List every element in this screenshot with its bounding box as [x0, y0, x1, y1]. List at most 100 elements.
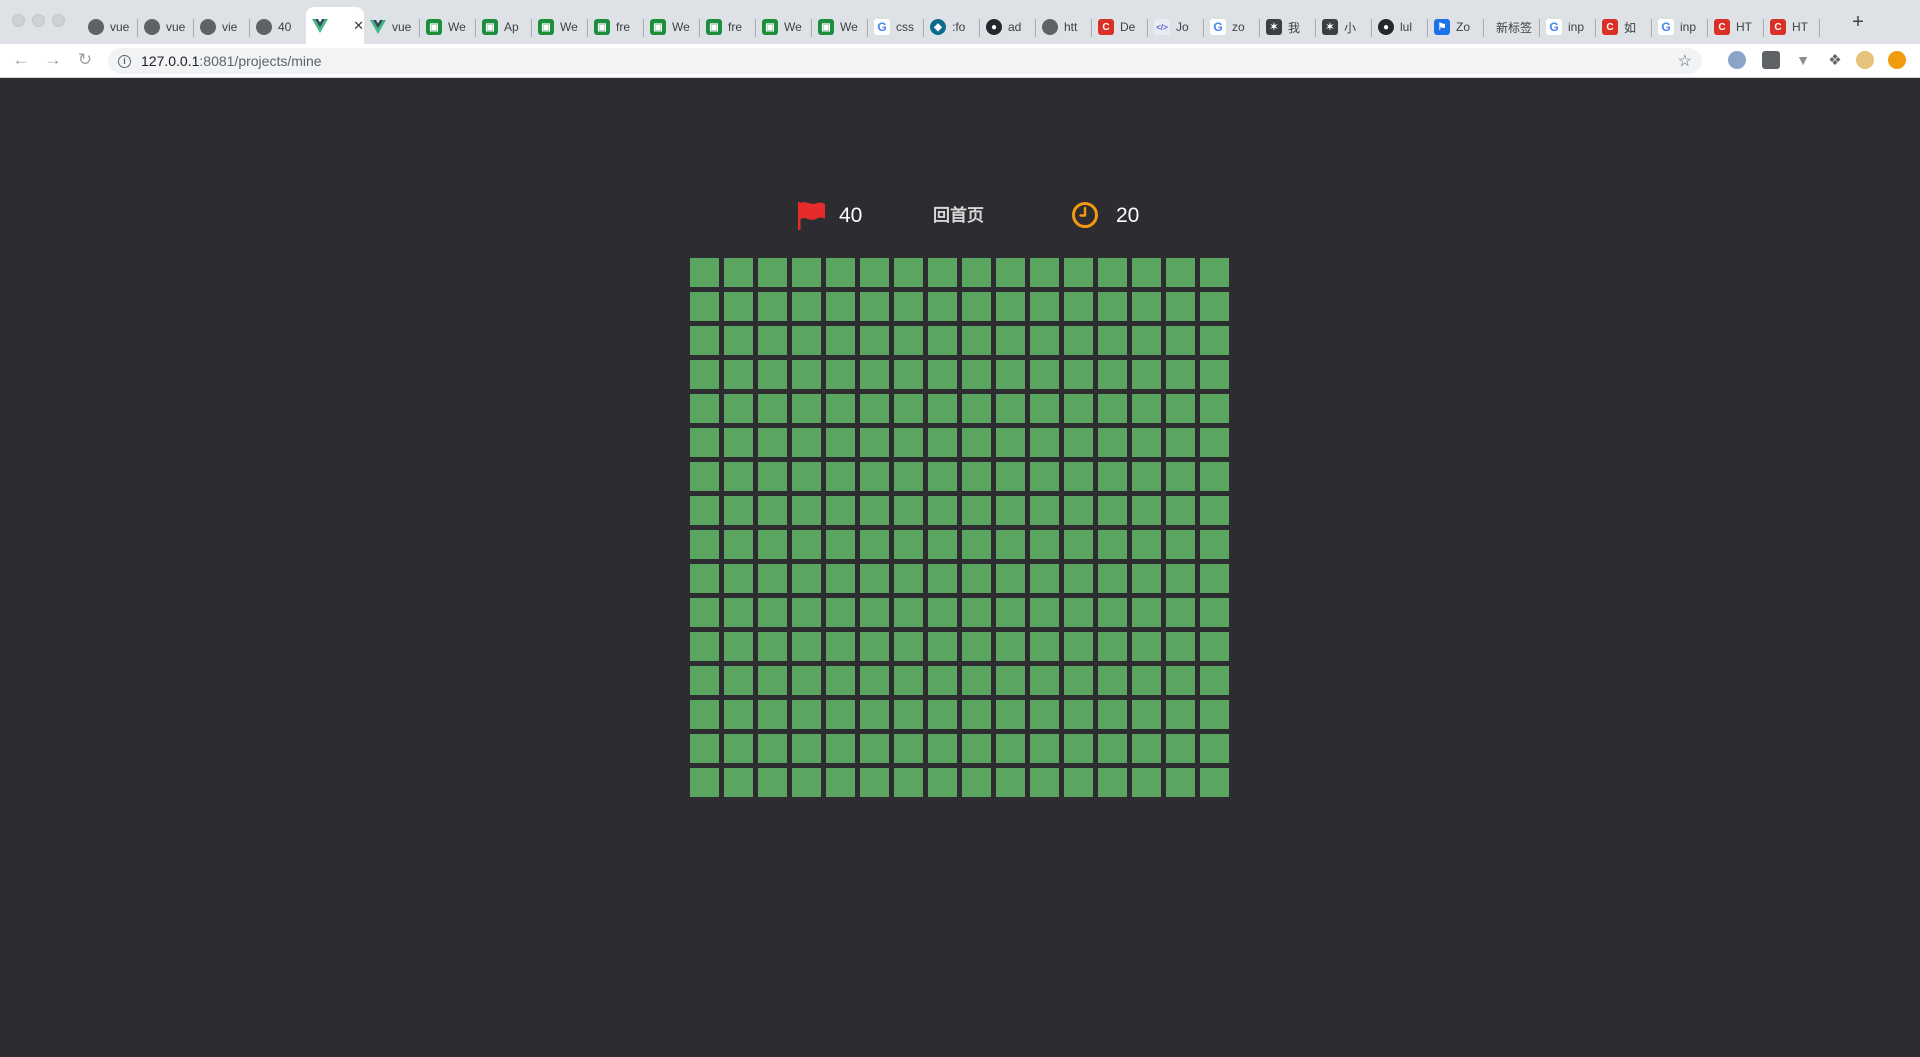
mine-cell[interactable]	[894, 360, 923, 389]
mine-cell[interactable]	[724, 258, 753, 287]
mine-cell[interactable]	[758, 326, 787, 355]
browser-tab[interactable]: ▣ fre	[700, 10, 756, 44]
window-minimize-button[interactable]	[32, 14, 45, 27]
mine-cell[interactable]	[962, 258, 991, 287]
mine-cell[interactable]	[860, 394, 889, 423]
mine-cell[interactable]	[1064, 360, 1093, 389]
mine-cell[interactable]	[928, 530, 957, 559]
mine-cell[interactable]	[996, 564, 1025, 593]
mine-cell[interactable]	[1200, 598, 1229, 627]
mine-cell[interactable]	[996, 360, 1025, 389]
mine-cell[interactable]	[996, 326, 1025, 355]
mine-cell[interactable]	[826, 666, 855, 695]
mine-cell[interactable]	[826, 258, 855, 287]
mine-cell[interactable]	[1132, 326, 1161, 355]
mine-cell[interactable]	[894, 394, 923, 423]
extension-off-icon[interactable]	[1762, 51, 1780, 69]
mine-cell[interactable]	[792, 360, 821, 389]
mine-cell[interactable]	[1200, 632, 1229, 661]
mine-cell[interactable]	[1098, 258, 1127, 287]
mine-cell[interactable]	[928, 428, 957, 457]
mine-cell[interactable]	[792, 530, 821, 559]
mine-cell[interactable]	[826, 292, 855, 321]
mine-cell[interactable]	[826, 598, 855, 627]
mine-cell[interactable]	[690, 292, 719, 321]
browser-tab[interactable]: ▣ We	[420, 10, 476, 44]
browser-tab[interactable]: ▣ We	[756, 10, 812, 44]
mine-cell[interactable]	[894, 666, 923, 695]
mine-cell[interactable]	[860, 700, 889, 729]
mine-cell[interactable]	[1064, 564, 1093, 593]
mine-cell[interactable]	[826, 768, 855, 797]
browser-tab[interactable]: ● lul	[1372, 10, 1428, 44]
bookmark-star-icon[interactable]: ☆	[1678, 51, 1692, 71]
mine-cell[interactable]	[792, 462, 821, 491]
mine-cell[interactable]	[1132, 496, 1161, 525]
extension-icon[interactable]	[1728, 51, 1746, 69]
mine-cell[interactable]	[928, 394, 957, 423]
mine-cell[interactable]	[1030, 428, 1059, 457]
forward-button[interactable]: →	[42, 49, 64, 71]
mine-cell[interactable]	[758, 394, 787, 423]
mine-cell[interactable]	[962, 394, 991, 423]
mine-cell[interactable]	[962, 326, 991, 355]
browser-tab[interactable]: Gzo	[1204, 10, 1260, 44]
browser-tab[interactable]: ▣ We	[532, 10, 588, 44]
mine-cell[interactable]	[724, 598, 753, 627]
mine-cell[interactable]	[1098, 700, 1127, 729]
mine-cell[interactable]	[962, 734, 991, 763]
mine-cell[interactable]	[792, 632, 821, 661]
browser-tab[interactable]: vue	[364, 10, 420, 44]
mine-cell[interactable]	[1166, 292, 1195, 321]
mine-cell[interactable]	[758, 734, 787, 763]
mine-cell[interactable]	[928, 564, 957, 593]
mine-cell[interactable]	[690, 564, 719, 593]
mine-cell[interactable]	[758, 700, 787, 729]
mine-cell[interactable]	[690, 360, 719, 389]
mine-cell[interactable]	[1064, 768, 1093, 797]
mine-cell[interactable]	[690, 666, 719, 695]
mine-cell[interactable]	[1064, 258, 1093, 287]
mine-cell[interactable]	[758, 564, 787, 593]
mine-cell[interactable]	[928, 462, 957, 491]
mine-cell[interactable]	[860, 428, 889, 457]
mine-cell[interactable]	[1166, 768, 1195, 797]
browser-tab[interactable]: htt	[1036, 10, 1092, 44]
mine-cell[interactable]	[792, 768, 821, 797]
mine-cell[interactable]	[928, 734, 957, 763]
profile-avatar[interactable]	[1856, 51, 1874, 69]
mine-cell[interactable]	[724, 734, 753, 763]
mine-cell[interactable]	[962, 530, 991, 559]
browser-tab[interactable]: Ginp	[1652, 10, 1708, 44]
mine-cell[interactable]	[826, 462, 855, 491]
mine-cell[interactable]	[962, 496, 991, 525]
mine-cell[interactable]	[792, 734, 821, 763]
mine-cell[interactable]	[996, 462, 1025, 491]
mine-cell[interactable]	[1166, 632, 1195, 661]
mine-cell[interactable]	[724, 428, 753, 457]
mine-cell[interactable]	[690, 462, 719, 491]
mine-cell[interactable]	[860, 530, 889, 559]
mine-cell[interactable]	[1098, 768, 1127, 797]
mine-cell[interactable]	[1132, 598, 1161, 627]
mine-cell[interactable]	[758, 258, 787, 287]
mine-cell[interactable]	[1030, 632, 1059, 661]
mine-cell[interactable]	[1132, 530, 1161, 559]
browser-tab[interactable]: ✶ 小	[1316, 10, 1372, 44]
tab-close-icon[interactable]: ✕	[353, 18, 364, 34]
mine-cell[interactable]	[758, 768, 787, 797]
mine-cell[interactable]	[1132, 428, 1161, 457]
browser-tab[interactable]: ▣ We	[644, 10, 700, 44]
mine-cell[interactable]	[1030, 326, 1059, 355]
mine-cell[interactable]	[826, 734, 855, 763]
mine-cell[interactable]	[1098, 632, 1127, 661]
mine-cell[interactable]	[1098, 666, 1127, 695]
mine-cell[interactable]	[1132, 462, 1161, 491]
mine-cell[interactable]	[1200, 292, 1229, 321]
mine-cell[interactable]	[894, 564, 923, 593]
mine-cell[interactable]	[1166, 598, 1195, 627]
mine-cell[interactable]	[1098, 394, 1127, 423]
mine-cell[interactable]	[1064, 598, 1093, 627]
mine-cell[interactable]	[962, 598, 991, 627]
back-to-home-link[interactable]: 回首页	[933, 201, 984, 226]
